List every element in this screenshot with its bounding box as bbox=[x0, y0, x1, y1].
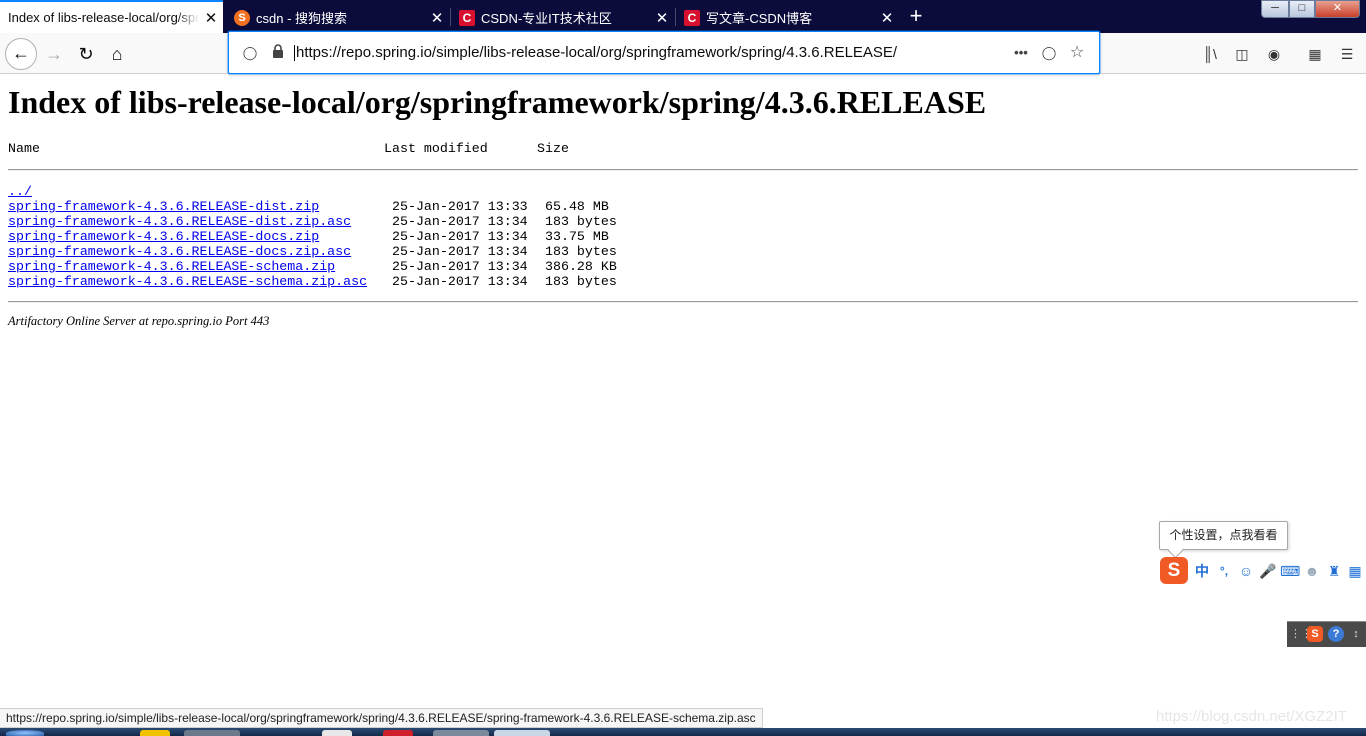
tab-strip: Index of libs-release-local/org/springfr… bbox=[0, 0, 1366, 33]
file-link[interactable]: spring-framework-4.3.6.RELEASE-dist.zip.… bbox=[8, 214, 351, 229]
close-tab-icon[interactable]: ✕ bbox=[425, 9, 449, 27]
close-tab-icon[interactable]: ✕ bbox=[199, 9, 223, 27]
close-tab-icon[interactable]: ✕ bbox=[650, 9, 674, 27]
tab-spring-index[interactable]: Index of libs-release-local/org/springfr… bbox=[0, 0, 223, 33]
emoji-icon[interactable]: ☺ bbox=[1236, 561, 1256, 581]
file-link[interactable]: spring-framework-4.3.6.RELEASE-dist.zip bbox=[8, 199, 319, 214]
file-size: 183 bytes bbox=[545, 214, 617, 229]
file-modified: 25-Jan-2017 13:34 bbox=[392, 214, 528, 229]
tab-csdn-community[interactable]: CSDN-专业IT技术社区 ✕ bbox=[451, 2, 674, 33]
home-button[interactable]: ⌂ bbox=[102, 39, 132, 69]
maximize-button[interactable]: □ bbox=[1289, 0, 1315, 18]
library-icon[interactable]: ║\ bbox=[1200, 44, 1220, 64]
column-header-size: Size bbox=[537, 141, 569, 156]
taskbar-item[interactable] bbox=[140, 730, 170, 736]
file-link[interactable]: spring-framework-4.3.6.RELEASE-schema.zi… bbox=[8, 274, 367, 289]
file-size: 65.48 MB bbox=[545, 199, 609, 214]
file-link[interactable]: spring-framework-4.3.6.RELEASE-docs.zip bbox=[8, 229, 319, 244]
page-title: Index of libs-release-local/org/springfr… bbox=[8, 84, 987, 120]
parent-directory-link[interactable]: ../ bbox=[8, 184, 32, 199]
file-link[interactable]: spring-framework-4.3.6.RELEASE-docs.zip.… bbox=[8, 244, 351, 259]
lock-icon[interactable] bbox=[269, 44, 287, 62]
status-bar-url: https://repo.spring.io/simple/libs-relea… bbox=[0, 708, 763, 728]
keyboard-icon[interactable]: ⌨ bbox=[1280, 561, 1300, 581]
skin-shirt-icon[interactable]: ♜ bbox=[1324, 561, 1344, 581]
page-actions-icon[interactable]: ••• bbox=[1012, 44, 1030, 62]
tab-title: CSDN-专业IT技术社区 bbox=[481, 11, 612, 26]
close-tab-icon[interactable]: ✕ bbox=[875, 9, 899, 27]
taskbar-item[interactable] bbox=[322, 730, 352, 736]
bookmark-star-icon[interactable]: ☆ bbox=[1068, 44, 1086, 62]
file-size: 386.28 KB bbox=[545, 259, 617, 274]
csdn-icon bbox=[459, 9, 475, 26]
tab-title: Index of libs-release-local/org/springfr… bbox=[8, 10, 199, 25]
file-size: 183 bytes bbox=[545, 274, 617, 289]
new-tab-button[interactable]: + bbox=[903, 4, 929, 30]
extensions-icon[interactable]: ▦ bbox=[1305, 44, 1325, 64]
menu-icon[interactable]: ☰ bbox=[1337, 44, 1357, 64]
reload-button[interactable]: ↻ bbox=[71, 39, 101, 69]
header-divider bbox=[8, 169, 1358, 171]
file-link[interactable]: spring-framework-4.3.6.RELEASE-schema.zi… bbox=[8, 259, 335, 274]
forward-button[interactable]: → bbox=[39, 39, 69, 69]
file-modified: 25-Jan-2017 13:34 bbox=[392, 229, 528, 244]
ime-mode-toggle[interactable]: 中 bbox=[1192, 561, 1212, 581]
page-content: Index of libs-release-local/org/springfr… bbox=[8, 86, 1358, 118]
ime-mini-bar: ⋮⋮ S ? ↕ bbox=[1287, 621, 1366, 647]
url-bar[interactable]: ◯ https://repo.spring.io/simple/libs-rel… bbox=[228, 31, 1100, 74]
sogou-logo-icon[interactable]: S bbox=[1160, 557, 1188, 584]
file-modified: 25-Jan-2017 13:34 bbox=[392, 259, 528, 274]
tab-csdn-write[interactable]: 写文章-CSDN博客 ✕ bbox=[676, 2, 899, 33]
taskbar-item[interactable] bbox=[184, 730, 240, 736]
account-icon[interactable]: ◉ bbox=[1264, 44, 1284, 64]
back-button[interactable]: ← bbox=[5, 38, 37, 70]
csdn-icon bbox=[684, 9, 700, 26]
punctuation-toggle[interactable]: °, bbox=[1214, 561, 1234, 581]
tab-title: 写文章-CSDN博客 bbox=[706, 11, 813, 26]
text-caret bbox=[294, 45, 295, 62]
toolbox-grid-icon[interactable]: ▦ bbox=[1345, 561, 1365, 581]
file-modified: 25-Jan-2017 13:34 bbox=[392, 244, 528, 259]
drag-handle-icon[interactable]: ⋮⋮ bbox=[1290, 626, 1312, 642]
microphone-icon[interactable]: 🎤 bbox=[1258, 561, 1278, 581]
file-modified: 25-Jan-2017 13:33 bbox=[392, 199, 528, 214]
window-controls: ─ □ ✕ bbox=[1261, 0, 1360, 18]
file-size: 33.75 MB bbox=[545, 229, 609, 244]
ime-toolbar: S 中 °, ☺ 🎤 ⌨ ☻ ♜ ▦ bbox=[1160, 557, 1366, 585]
pocket-icon[interactable]: ◯ bbox=[1040, 44, 1058, 62]
column-header-modified: Last modified bbox=[384, 141, 488, 156]
sogou-mini-icon[interactable]: S bbox=[1307, 626, 1323, 642]
sogou-icon bbox=[234, 9, 250, 26]
tab-title: csdn - 搜狗搜索 bbox=[256, 11, 348, 26]
taskbar-item[interactable] bbox=[494, 730, 550, 736]
file-modified: 25-Jan-2017 13:34 bbox=[392, 274, 528, 289]
ime-tooltip: 个性设置，点我看看 bbox=[1159, 521, 1288, 550]
taskbar-item[interactable] bbox=[383, 730, 413, 736]
start-button[interactable] bbox=[6, 730, 44, 736]
close-window-button[interactable]: ✕ bbox=[1315, 0, 1360, 18]
user-icon[interactable]: ☻ bbox=[1302, 561, 1322, 581]
os-taskbar bbox=[0, 728, 1366, 736]
url-text: https://repo.spring.io/simple/libs-relea… bbox=[296, 44, 898, 61]
taskbar-item[interactable] bbox=[433, 730, 489, 736]
server-footer: Artifactory Online Server at repo.spring… bbox=[8, 314, 270, 328]
sidebar-icon[interactable]: ◫ bbox=[1232, 44, 1252, 64]
help-icon[interactable]: ? bbox=[1328, 626, 1344, 642]
watermark-text: https://blog.csdn.net/XGZ2IT bbox=[1156, 708, 1347, 725]
url-text-container: https://repo.spring.io/simple/libs-relea… bbox=[294, 44, 898, 62]
tab-sogou-search[interactable]: csdn - 搜狗搜索 ✕ bbox=[226, 2, 449, 33]
scroll-arrows-icon[interactable]: ↕ bbox=[1348, 626, 1364, 642]
minimize-button[interactable]: ─ bbox=[1261, 0, 1289, 18]
footer-divider bbox=[8, 301, 1358, 303]
tracking-protection-icon[interactable]: ◯ bbox=[241, 44, 259, 62]
column-header-name: Name bbox=[8, 141, 40, 156]
file-size: 183 bytes bbox=[545, 244, 617, 259]
